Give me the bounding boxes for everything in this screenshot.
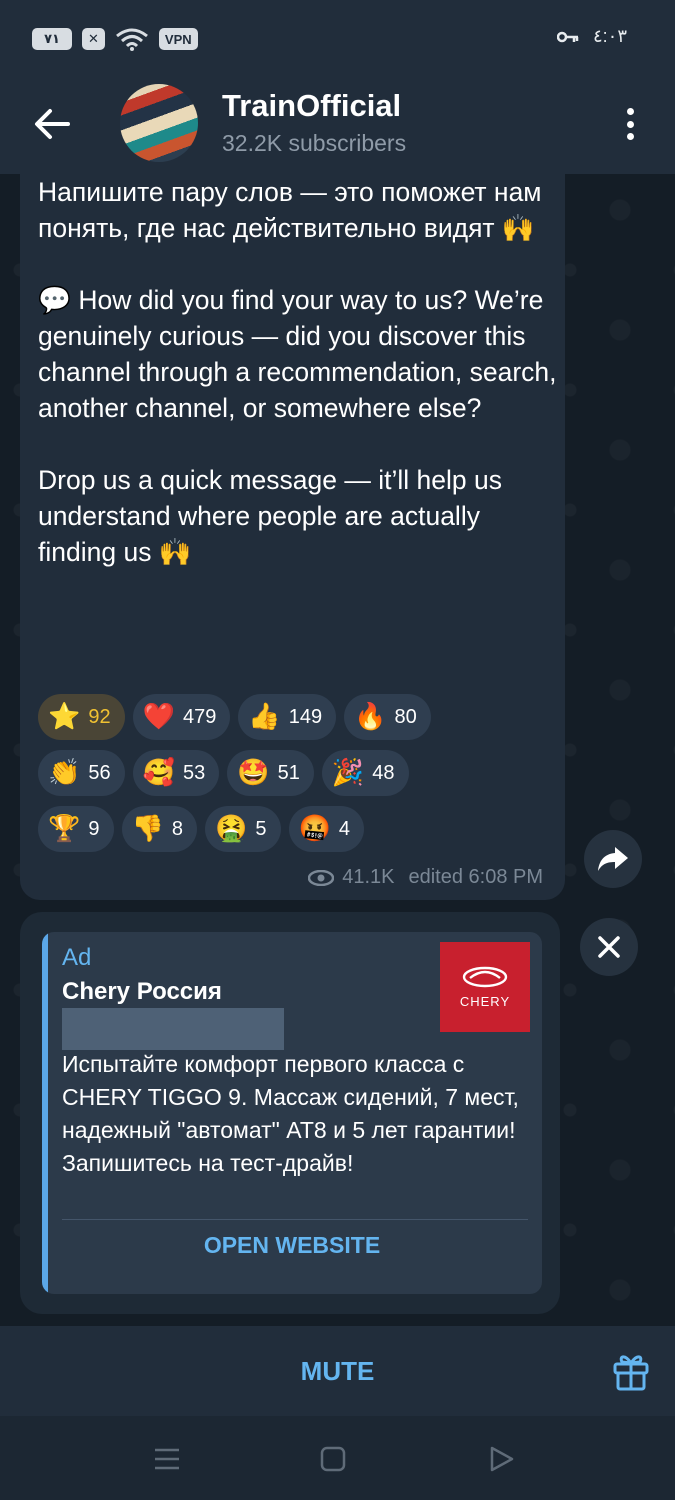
- reaction-count: 92: [88, 705, 111, 728]
- reaction-emoji-icon: 🤮: [215, 814, 248, 844]
- reaction-button[interactable]: 👍 149: [238, 694, 337, 740]
- system-nav-bar: [0, 1416, 675, 1500]
- battery-icon: ٧١: [32, 28, 72, 50]
- reaction-button[interactable]: ❤️ 479: [132, 694, 231, 740]
- reaction-button[interactable]: 🏆 9: [38, 806, 114, 852]
- ad-label: Ad: [62, 944, 92, 971]
- reaction-count: 56: [88, 761, 111, 784]
- reaction-emoji-icon: 🏆: [48, 814, 81, 844]
- share-button[interactable]: [584, 830, 642, 888]
- reaction-count: 48: [372, 761, 395, 784]
- share-arrow-icon: [598, 847, 628, 871]
- reaction-count: 8: [171, 817, 183, 840]
- ad-logo-text: CHERY: [459, 993, 511, 1009]
- reaction-count: 51: [277, 761, 300, 784]
- views-eye-icon: [308, 869, 335, 886]
- reaction-emoji-icon: 👏: [48, 758, 81, 788]
- ad-card[interactable]: Ad Chery Россия CHERY Испытайте комфорт …: [42, 932, 542, 1294]
- channel-header: TrainOfficial 32.2K subscribers: [0, 78, 675, 174]
- reaction-count: 4: [338, 817, 350, 840]
- reaction-emoji-icon: 🎉: [331, 758, 365, 788]
- reaction-count: 9: [88, 817, 100, 840]
- reaction-emoji-icon: 🥰: [142, 758, 175, 788]
- ad-blurred-area: [62, 1008, 284, 1050]
- reaction-button[interactable]: 👏 56: [38, 750, 125, 796]
- back-arrow-icon[interactable]: [30, 102, 74, 146]
- channel-avatar[interactable]: [120, 84, 198, 162]
- status-time: ٤:٠٣: [592, 26, 627, 46]
- ad-divider: [62, 1219, 528, 1220]
- wifi-icon: [115, 28, 148, 51]
- edited-time: edited 6:08 PM: [408, 866, 543, 888]
- reaction-button[interactable]: 🤬 4: [288, 806, 364, 852]
- reaction-emoji-icon: ⭐: [48, 702, 81, 732]
- channel-bottom-bar: MUTE: [0, 1326, 675, 1416]
- chery-emblem-icon: [462, 966, 508, 987]
- back-triangle-icon[interactable]: [486, 1444, 516, 1474]
- reaction-button[interactable]: ⭐ 92: [38, 694, 125, 740]
- reaction-count: 149: [288, 705, 323, 728]
- subscriber-count: 32.2K subscribers: [222, 130, 407, 156]
- ad-body-text: Испытайте комфорт первого класса с CHERY…: [62, 1051, 519, 1176]
- message-text: Напишите пару слов — это поможет нам пон…: [38, 177, 557, 567]
- reaction-row: 🏆 9 👎 8 🤮 5 🤬 4: [38, 806, 558, 852]
- reaction-emoji-icon: ❤️: [142, 702, 175, 732]
- reaction-button[interactable]: 🎉 48: [321, 750, 409, 796]
- advertiser-name: Chery Россия: [62, 978, 222, 1005]
- reaction-emoji-icon: 🤬: [298, 814, 331, 844]
- menu-lines-icon[interactable]: [152, 1444, 182, 1474]
- channel-title[interactable]: TrainOfficial: [222, 88, 401, 124]
- reaction-button[interactable]: 🥰 53: [132, 750, 220, 796]
- close-icon: [598, 936, 620, 958]
- home-square-icon[interactable]: [318, 1444, 348, 1474]
- reaction-button[interactable]: 🤮 5: [205, 806, 281, 852]
- reaction-button[interactable]: 👎 8: [121, 806, 197, 852]
- open-website-button[interactable]: OPEN WEBSITE: [42, 1232, 542, 1259]
- views-count: 41.1K: [342, 866, 395, 888]
- gift-icon[interactable]: [611, 1350, 651, 1392]
- reaction-count: 5: [255, 817, 267, 840]
- chery-logo: CHERY: [440, 942, 530, 1032]
- reaction-count: 53: [183, 761, 206, 784]
- close-ad-button[interactable]: [580, 918, 638, 976]
- vpn-icon: VPN: [158, 28, 198, 50]
- more-vertical-icon[interactable]: [615, 104, 645, 144]
- reaction-count: 479: [183, 705, 217, 728]
- status-bar: ٧١ ✕ VPN ٤:٠٣: [0, 0, 675, 78]
- reaction-row: ⭐ 92 ❤️ 479 👍 149 🔥 80: [38, 694, 558, 740]
- reaction-emoji-icon: 🔥: [354, 702, 387, 732]
- reaction-emoji-icon: 🤩: [237, 758, 270, 788]
- message-meta: 41.1K edited 6:08 PM: [308, 866, 543, 889]
- reactions-bar: ⭐ 92 ❤️ 479 👍 149 🔥 80 👏 56 🥰 53 🤩 51 🎉 48 🏆 9 👎 8 🤮 5 🤬 4: [38, 694, 558, 862]
- mute-button[interactable]: MUTE: [0, 1326, 675, 1416]
- reaction-button[interactable]: 🤩 51: [227, 750, 314, 796]
- key-icon: [556, 31, 579, 42]
- reaction-row: 👏 56 🥰 53 🤩 51 🎉 48: [38, 750, 558, 796]
- reaction-button[interactable]: 🔥 80: [344, 694, 431, 740]
- reaction-emoji-icon: 👍: [248, 702, 281, 732]
- reaction-count: 80: [394, 705, 417, 728]
- x-box-icon: ✕: [82, 28, 105, 50]
- reaction-emoji-icon: 👎: [131, 814, 164, 844]
